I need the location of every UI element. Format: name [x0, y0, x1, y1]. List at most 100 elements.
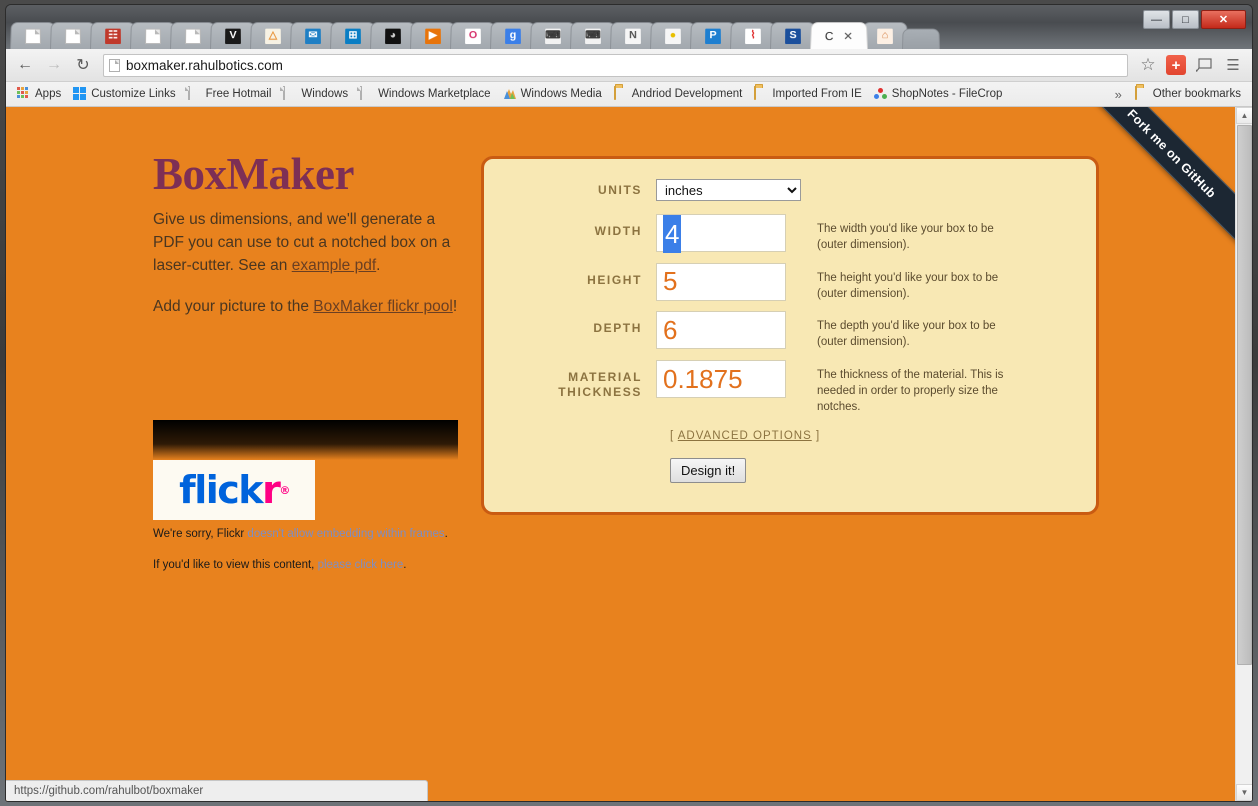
apps-grid-icon — [17, 87, 31, 101]
background-tab[interactable] — [10, 22, 56, 49]
bookmark-item[interactable]: Windows Media — [498, 85, 607, 103]
forward-icon[interactable]: → — [43, 54, 65, 76]
field-input[interactable] — [656, 214, 786, 252]
opera-icon: O — [465, 28, 481, 44]
bookmarks-bar: Apps Customize Links Free Hotmail Windows Wi… — [6, 82, 1252, 107]
intro-paragraph: Give us dimensions, and we'll generate a… — [153, 209, 463, 278]
field-hint: The height you'd like your box to be (ou… — [817, 271, 999, 300]
example-pdf-link[interactable]: example pdf — [292, 257, 376, 274]
vimeo-icon: V — [225, 28, 241, 44]
page-scrollbar[interactable]: ▲ ▼ — [1235, 107, 1252, 801]
field-input[interactable] — [656, 262, 786, 301]
windows-icon: ⊞ — [345, 28, 361, 44]
background-tab[interactable]: ◕ — [370, 22, 416, 49]
fork-me-on-github-ribbon[interactable]: Fork me on GitHub — [1079, 107, 1235, 247]
flickr-click-here-link[interactable]: please click here — [318, 559, 404, 571]
back-icon[interactable]: ← — [14, 54, 36, 76]
background-tab[interactable]: ⌨ — [570, 22, 616, 49]
background-tab[interactable]: g — [490, 22, 536, 49]
units-select[interactable]: inchesmillimeterscentimeters — [656, 179, 801, 201]
flickr-text-part1: Add your picture to the — [153, 297, 314, 315]
scroll-down-icon[interactable]: ▼ — [1236, 784, 1252, 801]
intro-column: BoxMaker Give us dimensions, and we'll g… — [153, 152, 463, 337]
other-bookmarks-folder[interactable]: Other bookmarks — [1130, 85, 1246, 103]
field-input[interactable] — [656, 311, 786, 350]
field-hint: The width you'd like your box to be (out… — [817, 223, 994, 251]
advanced-bracket-open: [ — [670, 429, 675, 442]
background-tab[interactable]: ▶ — [410, 22, 456, 49]
active-tab[interactable]: C ✕ — [810, 22, 868, 49]
status-bar: https://github.com/rahulbot/boxmaker — [6, 780, 428, 801]
background-tab[interactable]: ☷ — [90, 22, 136, 49]
background-tab[interactable]: O — [450, 22, 496, 49]
bookmark-star-icon[interactable]: ☆ — [1137, 54, 1159, 76]
background-tab[interactable]: V — [210, 22, 256, 49]
n-icon: N — [625, 28, 641, 44]
bookmark-item[interactable]: Imported From IE — [749, 85, 866, 103]
background-tab[interactable]: ✉ — [290, 22, 336, 49]
new-tab-button[interactable] — [902, 28, 940, 49]
tab-strip: ☷ V △ ✉ ⊞ ◕ ▶ Og ⌨ ⌨ N ● P ⌇ S C ✕ ⌂ — □ ✕ — [6, 5, 1252, 49]
bookmark-label: Andriod Development — [631, 88, 743, 100]
field-label: MATERIAL THICKNESS — [558, 370, 642, 400]
bookmark-item[interactable]: Customize Links — [68, 85, 180, 103]
active-tab-title: C — [824, 29, 834, 43]
flickr-logo-blue: flick — [179, 468, 263, 512]
close-window-button[interactable]: ✕ — [1201, 10, 1246, 29]
status-bar-url: https://github.com/rahulbot/boxmaker — [14, 785, 204, 797]
field-input[interactable] — [656, 360, 786, 399]
menu-icon[interactable]: ☰ — [1222, 54, 1244, 76]
background-tab[interactable]: ⌇ — [730, 22, 776, 49]
field-label: HEIGHT — [587, 272, 642, 287]
autodesk-icon: △ — [265, 28, 281, 44]
flickr-msg1-part1: We're sorry, Flickr — [153, 528, 248, 540]
cast-icon[interactable] — [1193, 54, 1215, 76]
reload-icon[interactable]: ↻ — [72, 54, 94, 76]
dark-globe-icon: ◕ — [385, 28, 401, 44]
bookmark-label: Customize Links — [91, 88, 176, 100]
background-tab[interactable]: N — [610, 22, 656, 49]
maximize-button[interactable]: □ — [1172, 10, 1199, 29]
scrollbar-thumb[interactable] — [1237, 125, 1252, 665]
design-it-button[interactable]: Design it! — [670, 457, 747, 483]
bookmark-item[interactable]: Windows — [278, 85, 353, 103]
advanced-options-link[interactable]: ADVANCED OPTIONS — [678, 430, 812, 442]
address-bar[interactable]: boxmaker.rahulbotics.com — [103, 53, 1128, 77]
page-icon — [65, 28, 81, 44]
background-tab[interactable]: ● — [650, 22, 696, 49]
flickr-embed: flick r ® We're sorry, Flickr doesn't allo… — [153, 420, 458, 575]
background-tab[interactable] — [130, 22, 176, 49]
minimize-button[interactable]: — — [1143, 10, 1170, 29]
dimension-row: DEPTH The depth you'd like your box to be… — [484, 311, 1096, 351]
bookmarks-overflow-icon[interactable]: » — [1109, 87, 1128, 102]
scroll-up-icon[interactable]: ▲ — [1236, 107, 1252, 124]
background-tab[interactable]: △ — [250, 22, 296, 49]
background-tab[interactable] — [170, 22, 216, 49]
units-label: UNITS — [598, 183, 642, 197]
background-tab[interactable]: S — [770, 22, 816, 49]
background-tab[interactable]: P — [690, 22, 736, 49]
bookmark-item[interactable]: Free Hotmail — [183, 85, 277, 103]
bookmark-item[interactable]: Apps — [12, 85, 66, 103]
background-tab[interactable] — [50, 22, 96, 49]
bookmark-label: ShopNotes - FileCrop — [891, 88, 1003, 100]
close-tab-icon[interactable]: ✕ — [843, 29, 853, 42]
flickr-embed-header — [153, 420, 458, 460]
bookmark-item[interactable]: ShopNotes - FileCrop — [869, 85, 1008, 103]
flickr-msg2-part1: If you'd like to view this content, — [153, 559, 318, 572]
windows-icon — [73, 87, 87, 101]
skype-icon: S — [785, 28, 801, 44]
flickr-logo: flick r ® — [153, 460, 315, 520]
bookmark-item[interactable]: Windows Marketplace — [355, 85, 495, 103]
flickr-embedding-link[interactable]: doesn't allow embedding within frames — [247, 528, 444, 540]
background-tab[interactable]: ⊞ — [330, 22, 376, 49]
flickr-msg1-part2: . — [444, 528, 448, 540]
extension-icon[interactable]: + — [1166, 55, 1186, 75]
bing-icon: ▶ — [425, 28, 441, 44]
bookmark-item[interactable]: Andriod Development — [609, 85, 748, 103]
background-tab[interactable]: ⌨ — [530, 22, 576, 49]
bookmark-label: Windows — [301, 88, 349, 100]
advanced-options-row: [ ADVANCED OPTIONS ] — [656, 430, 1096, 442]
google-icon: g — [505, 28, 521, 44]
boxmaker-flickr-pool-link[interactable]: BoxMaker flickr pool — [313, 298, 453, 315]
